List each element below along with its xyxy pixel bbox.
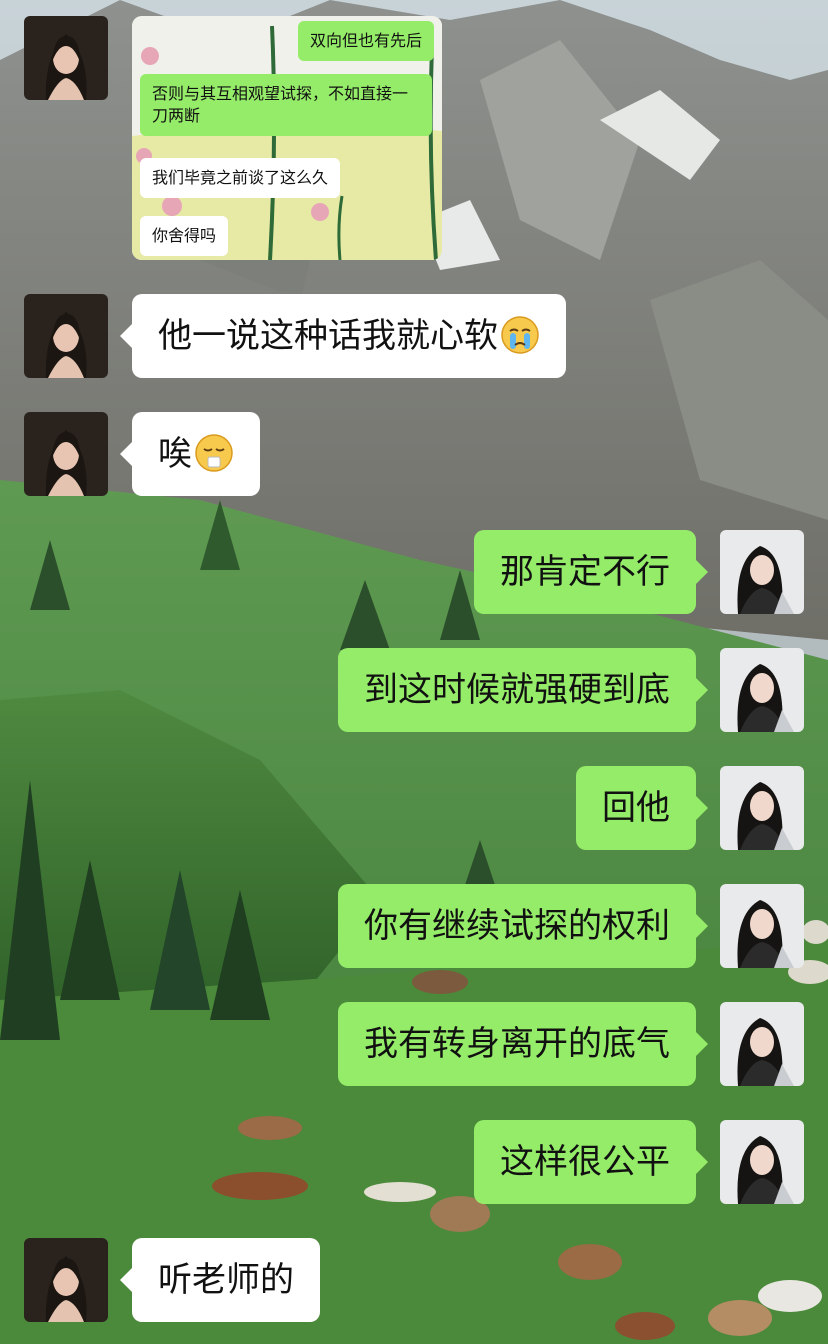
- screenshot-message-out: 否则与其互相观望试探，不如直接一刀两断: [140, 74, 432, 136]
- message-text: 这样很公平: [500, 1142, 670, 1182]
- my-avatar[interactable]: [720, 766, 804, 850]
- message-bubble-outgoing[interactable]: 那肯定不行: [474, 530, 708, 614]
- message-text: 他一说这种话我就心软: [158, 316, 498, 356]
- message-bubble-outgoing[interactable]: 你有继续试探的权利: [338, 884, 708, 968]
- contact-avatar[interactable]: [24, 16, 108, 100]
- my-avatar[interactable]: [720, 1002, 804, 1086]
- chat-screenshot-image[interactable]: 双向但也有先后 否则与其互相观望试探，不如直接一刀两断 我们毕竟之前谈了这么久 …: [132, 16, 442, 260]
- chat-thread: 双向但也有先后 否则与其互相观望试探，不如直接一刀两断 我们毕竟之前谈了这么久 …: [0, 0, 828, 1344]
- message-bubble-outgoing[interactable]: 回他: [576, 766, 708, 850]
- message-text: 回他: [602, 788, 670, 828]
- contact-avatar[interactable]: [24, 412, 108, 496]
- message-text: 到这时候就强硬到底: [364, 670, 670, 710]
- sneezing-face-icon: [195, 433, 233, 472]
- my-avatar[interactable]: [720, 884, 804, 968]
- crying-face-icon: [501, 315, 539, 354]
- message-text: 那肯定不行: [500, 552, 670, 592]
- my-avatar[interactable]: [720, 530, 804, 614]
- contact-avatar[interactable]: [24, 1238, 108, 1322]
- contact-avatar[interactable]: [24, 294, 108, 378]
- message-bubble-incoming[interactable]: 听老师的: [120, 1238, 320, 1322]
- message-text: 你有继续试探的权利: [364, 906, 670, 946]
- message-text: 唉: [158, 434, 192, 474]
- message-bubble-outgoing[interactable]: 我有转身离开的底气: [338, 1002, 708, 1086]
- message-bubble-outgoing[interactable]: 这样很公平: [474, 1120, 708, 1204]
- screenshot-message-in: 我们毕竟之前谈了这么久: [140, 158, 341, 198]
- screenshot-message-in: 你舍得吗: [140, 216, 229, 256]
- my-avatar[interactable]: [720, 648, 804, 732]
- my-avatar[interactable]: [720, 1120, 804, 1204]
- message-text: 我有转身离开的底气: [364, 1024, 670, 1064]
- message-text: 听老师的: [158, 1260, 294, 1300]
- message-bubble-incoming[interactable]: 唉: [120, 412, 260, 496]
- message-bubble-outgoing[interactable]: 到这时候就强硬到底: [338, 648, 708, 732]
- screenshot-message-out: 双向但也有先后: [297, 21, 434, 61]
- message-bubble-incoming[interactable]: 他一说这种话我就心软: [120, 294, 566, 378]
